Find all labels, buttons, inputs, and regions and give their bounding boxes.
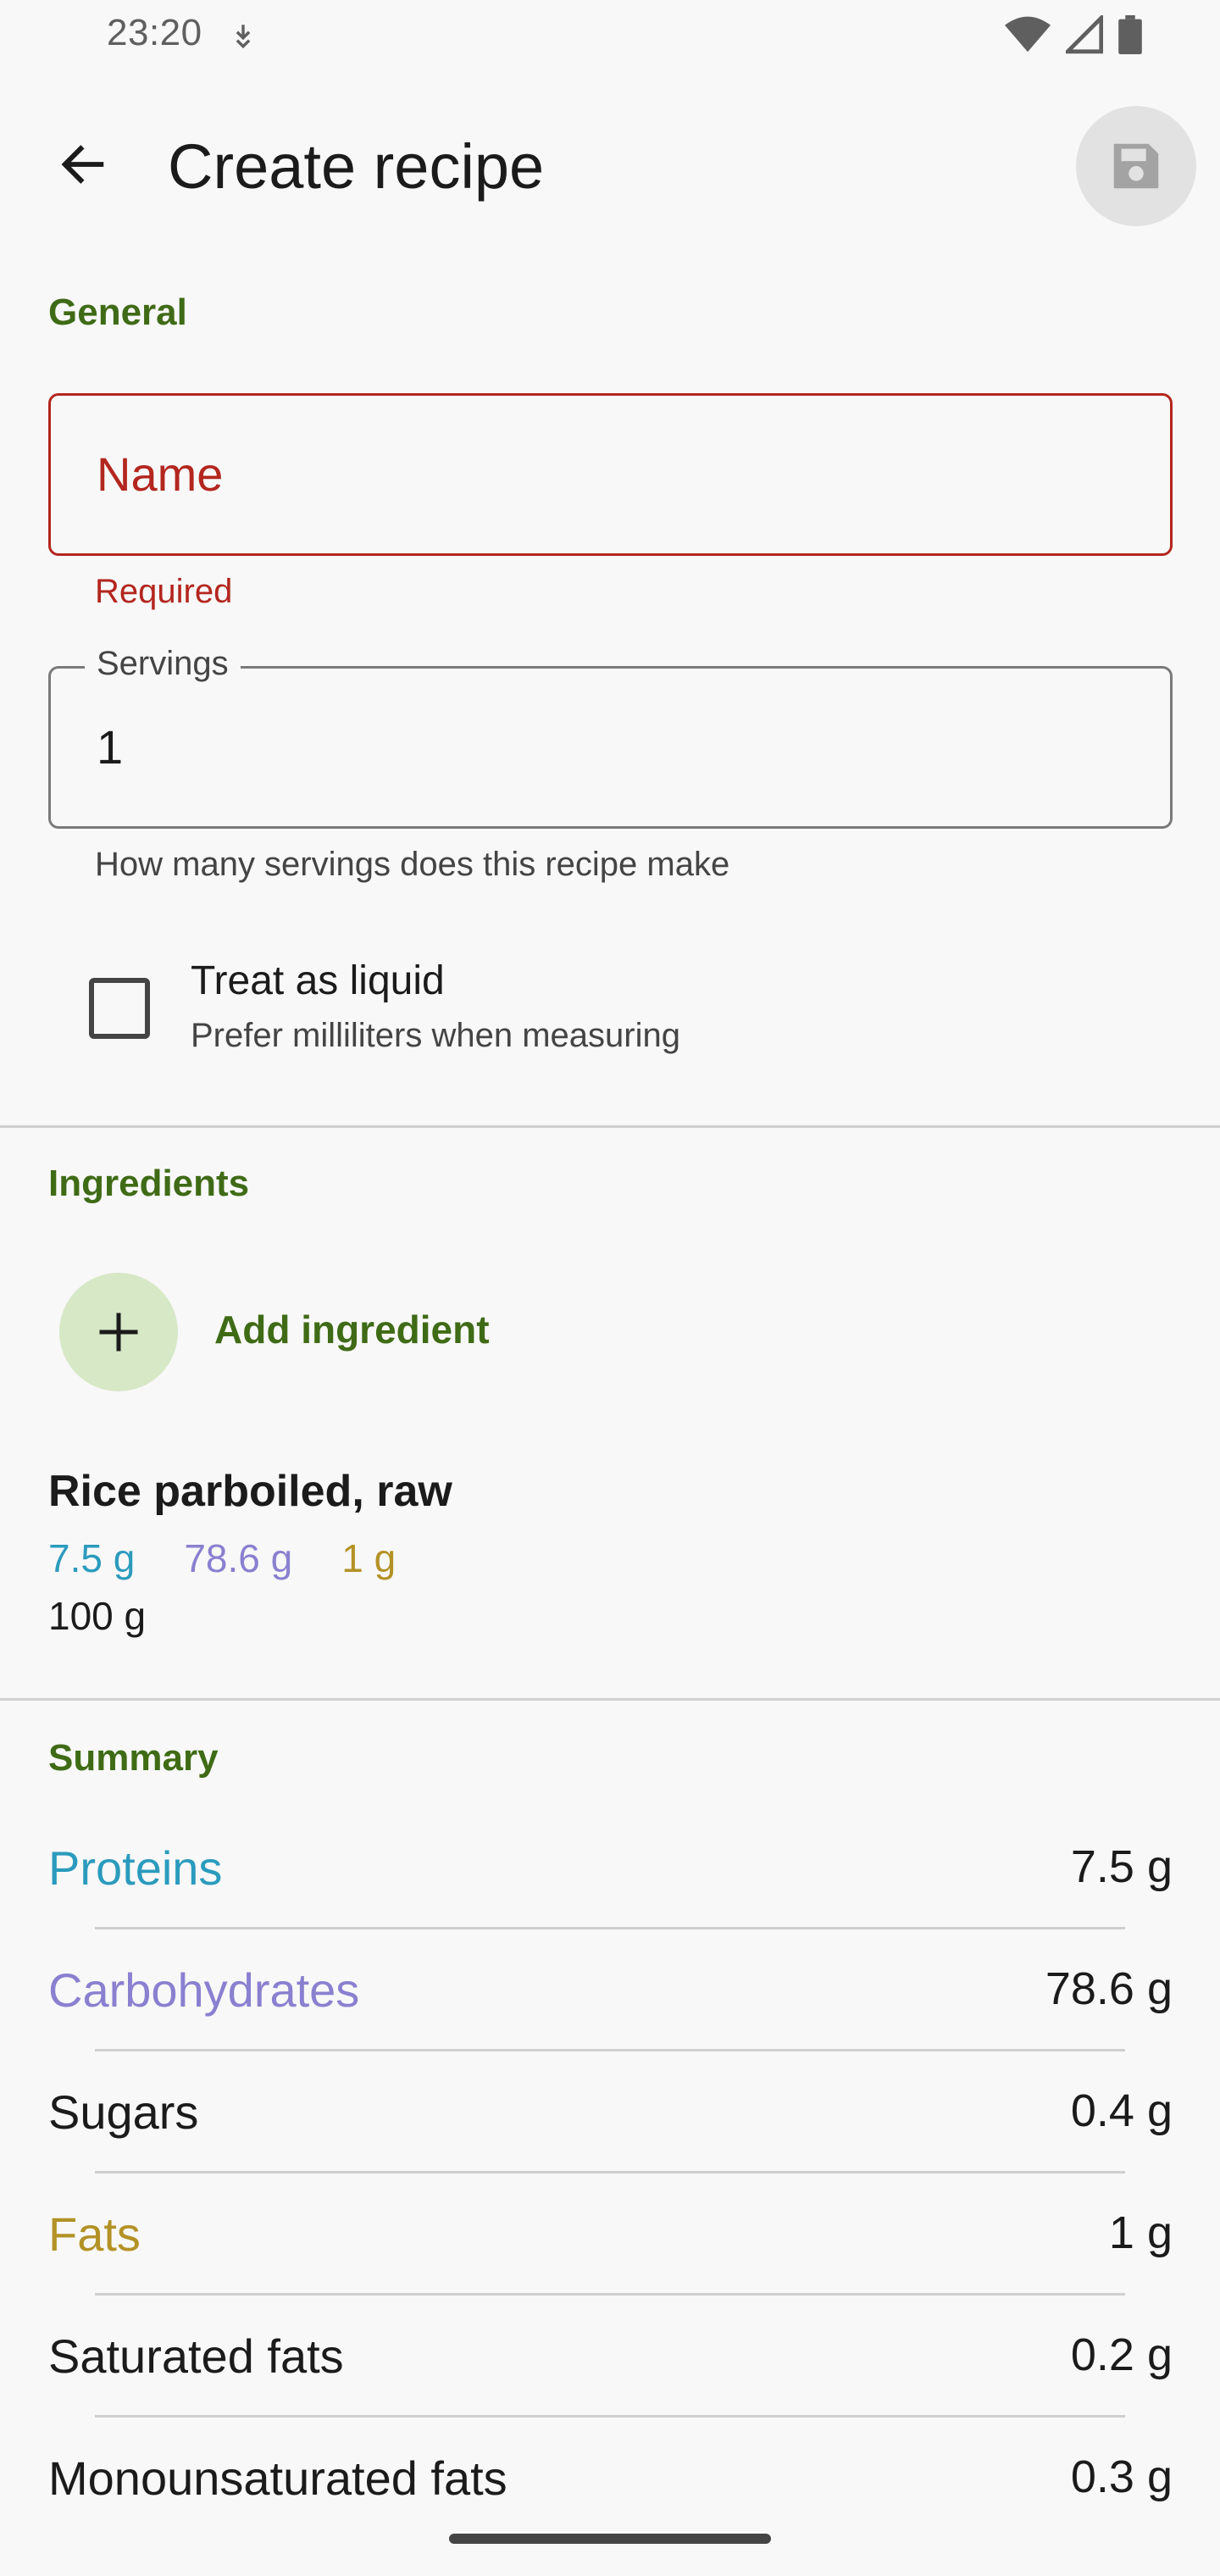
summary-value: 7.5 g bbox=[1070, 1841, 1173, 1892]
row-divider bbox=[95, 2415, 1125, 2418]
add-ingredient-circle[interactable] bbox=[59, 1273, 178, 1391]
summary-label: Proteins bbox=[48, 1841, 223, 1895]
add-ingredient-button[interactable]: Add ingredient bbox=[48, 1263, 574, 1398]
summary-value: 0.2 g bbox=[1070, 2329, 1173, 2380]
ingredient-amount: 100 g bbox=[48, 1594, 147, 1638]
arrow-back-icon bbox=[61, 145, 104, 184]
summary-value: 1 g bbox=[1108, 2207, 1173, 2258]
summary-label: Saturated fats bbox=[48, 2329, 344, 2383]
floppy-disk-icon bbox=[1113, 143, 1159, 189]
treat-as-liquid-subtitle: Prefer milliliters when measuring bbox=[191, 1017, 680, 1054]
ingredients-section-label: Ingredients bbox=[48, 1163, 250, 1204]
summary-row-monounsaturated-fats: Monounsaturated fats 0.3 g bbox=[48, 2451, 1173, 2518]
page-title: Create recipe bbox=[168, 131, 545, 202]
servings-field[interactable]: Servings 1 bbox=[48, 645, 1173, 829]
servings-field-label: Servings bbox=[85, 645, 241, 683]
wifi-icon bbox=[1005, 16, 1051, 53]
summary-label: Sugars bbox=[48, 2085, 199, 2139]
summary-row-carbohydrates: Carbohydrates 78.6 g bbox=[48, 1963, 1173, 2030]
general-section-label: General bbox=[48, 291, 187, 333]
back-button[interactable] bbox=[44, 125, 122, 203]
name-field[interactable]: Name bbox=[48, 393, 1173, 556]
battery-icon bbox=[1118, 15, 1142, 54]
summary-row-fats: Fats 1 g bbox=[48, 2207, 1173, 2274]
ingredient-item[interactable]: Rice parboiled, raw 7.5 g 78.6 g 1 g 100… bbox=[48, 1466, 1150, 1661]
section-divider bbox=[0, 1698, 1220, 1701]
summary-section-label: Summary bbox=[48, 1737, 219, 1779]
row-divider bbox=[95, 1927, 1125, 1929]
summary-label: Monounsaturated fats bbox=[48, 2451, 507, 2505]
name-error-text: Required bbox=[95, 573, 233, 610]
summary-value: 0.4 g bbox=[1070, 2085, 1173, 2136]
plus-icon bbox=[99, 1313, 138, 1352]
status-time: 23:20 bbox=[107, 12, 202, 53]
row-divider bbox=[95, 2293, 1125, 2296]
section-divider bbox=[0, 1125, 1220, 1128]
ingredient-macros: 7.5 g 78.6 g 1 g bbox=[48, 1535, 396, 1581]
servings-help-text: How many servings does this recipe make bbox=[95, 846, 730, 883]
summary-label: Carbohydrates bbox=[48, 1963, 360, 2017]
save-button[interactable] bbox=[1076, 106, 1196, 226]
row-divider bbox=[95, 2171, 1125, 2174]
summary-row-sugars: Sugars 0.4 g bbox=[48, 2085, 1173, 2152]
add-ingredient-label: Add ingredient bbox=[214, 1307, 490, 1352]
name-field-label: Name bbox=[97, 447, 224, 501]
ingredient-carbs: 78.6 g bbox=[184, 1536, 293, 1580]
notification-icon bbox=[236, 25, 251, 49]
treat-as-liquid-checkbox[interactable] bbox=[89, 978, 150, 1039]
summary-value: 0.3 g bbox=[1070, 2451, 1173, 2502]
row-divider bbox=[95, 2049, 1125, 2051]
cellular-signal-icon bbox=[1066, 15, 1103, 54]
summary-label: Fats bbox=[48, 2207, 141, 2261]
status-bar: 23:20 bbox=[0, 0, 1220, 73]
treat-as-liquid-row[interactable]: Treat as liquid Prefer milliliters when … bbox=[48, 941, 896, 1076]
treat-as-liquid-title: Treat as liquid bbox=[191, 958, 445, 1003]
home-indicator[interactable] bbox=[449, 2534, 771, 2544]
servings-value: 1 bbox=[97, 720, 124, 774]
app-bar: Create recipe bbox=[0, 93, 1220, 237]
summary-value: 78.6 g bbox=[1045, 1963, 1173, 2014]
summary-row-saturated-fats: Saturated fats 0.2 g bbox=[48, 2329, 1173, 2396]
ingredient-fat: 1 g bbox=[341, 1536, 396, 1580]
create-recipe-screen: 23:20 Create recipe General Name Require… bbox=[0, 0, 1220, 2576]
summary-row-proteins: Proteins 7.5 g bbox=[48, 1840, 1173, 1908]
status-icons bbox=[1005, 15, 1142, 54]
ingredient-protein: 7.5 g bbox=[48, 1536, 136, 1580]
ingredient-name: Rice parboiled, raw bbox=[48, 1467, 452, 1516]
